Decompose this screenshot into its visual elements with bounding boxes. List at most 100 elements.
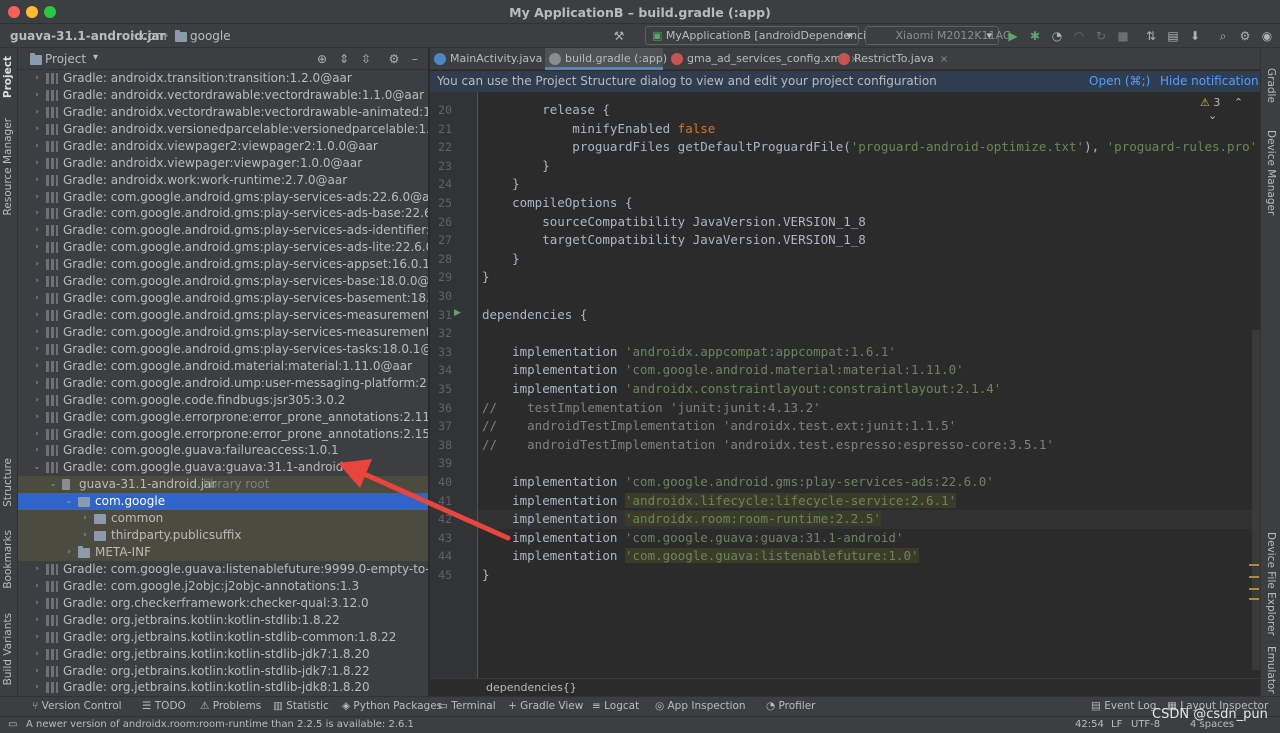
- chevron-right-icon[interactable]: ›: [32, 341, 42, 358]
- code-line[interactable]: targetCompatibility JavaVersion.VERSION_…: [482, 231, 866, 250]
- tree-row[interactable]: › Gradle: com.google.android.gms:play-ser…: [18, 189, 428, 206]
- tool-window-button[interactable]: ☰ TODO: [142, 700, 186, 712]
- tab-gradle[interactable]: Gradle: [1265, 68, 1277, 103]
- code-line[interactable]: implementation 'androidx.constraintlayou…: [482, 380, 1001, 399]
- profile-icon[interactable]: ◔: [1050, 29, 1064, 43]
- chevron-right-icon[interactable]: ›: [32, 426, 42, 443]
- tab-emulator[interactable]: Emulator: [1265, 646, 1277, 694]
- chevron-right-icon[interactable]: ›: [32, 138, 42, 155]
- sync-gradle-icon[interactable]: ⇅: [1144, 29, 1158, 43]
- chevron-right-icon[interactable]: ›: [32, 612, 42, 629]
- attach-debugger-icon[interactable]: ◠: [1072, 29, 1086, 43]
- tab-editor-file[interactable]: RestrictTo.java ×: [834, 48, 948, 70]
- avd-manager-icon[interactable]: ▤: [1166, 29, 1180, 43]
- chevron-right-icon[interactable]: ›: [32, 409, 42, 426]
- chevron-down-icon[interactable]: ⌄: [1208, 109, 1217, 122]
- tab-build-variants[interactable]: Build Variants: [2, 613, 14, 685]
- chevron-right-icon[interactable]: ›: [32, 70, 42, 87]
- tree-row[interactable]: › Gradle: org.jetbrains.kotlin:kotlin-std…: [18, 646, 428, 663]
- tree-row[interactable]: › Gradle: androidx.vectordrawable:vectord…: [18, 104, 428, 121]
- tree-row[interactable]: › Gradle: com.google.android.gms:play-ser…: [18, 256, 428, 273]
- tree-row[interactable]: › Gradle: com.google.errorprone:error_pro…: [18, 409, 428, 426]
- chevron-right-icon[interactable]: ›: [80, 527, 90, 544]
- chevron-right-icon[interactable]: ›: [32, 375, 42, 392]
- tree-row[interactable]: › common: [18, 510, 428, 528]
- run-gutter-icon[interactable]: ▶: [454, 308, 461, 318]
- code-line[interactable]: sourceCompatibility JavaVersion.VERSION_…: [482, 213, 866, 232]
- code-line[interactable]: release {: [482, 101, 610, 120]
- tree-row[interactable]: ⌄ com.google: [18, 493, 428, 511]
- code-line[interactable]: implementation 'androidx.room:room-runti…: [482, 510, 881, 529]
- tool-window-button[interactable]: ▥ Statistic: [273, 700, 329, 712]
- tree-row[interactable]: › Gradle: com.google.android.gms:play-ser…: [18, 307, 428, 324]
- hammer-icon[interactable]: ⚒: [612, 29, 626, 43]
- chevron-right-icon[interactable]: ›: [32, 290, 42, 307]
- code-line[interactable]: compileOptions {: [482, 194, 632, 213]
- avatar[interactable]: ◉: [1260, 29, 1274, 43]
- chevron-right-icon[interactable]: ›: [32, 87, 42, 104]
- tree-row[interactable]: › Gradle: androidx.work:work-runtime:2.7.…: [18, 172, 428, 189]
- chevron-right-icon[interactable]: ›: [32, 239, 42, 256]
- tool-window-button[interactable]: ⚠ Problems: [200, 700, 261, 712]
- error-stripe-mark[interactable]: [1249, 564, 1259, 566]
- chevron-right-icon[interactable]: ›: [32, 595, 42, 612]
- chevron-right-icon[interactable]: ›: [32, 104, 42, 121]
- tab-editor-file[interactable]: build.gradle (:app)×: [545, 48, 681, 70]
- chevron-right-icon[interactable]: ›: [32, 561, 42, 578]
- tab-editor-file[interactable]: gma_ad_services_config.xml ×: [667, 48, 859, 70]
- tree-row[interactable]: › Gradle: androidx.viewpager2:viewpager2:…: [18, 138, 428, 155]
- tree-row[interactable]: ⌄ Gradle: com.google.guava:guava:31.1-and…: [18, 459, 428, 476]
- tab-editor-file[interactable]: MainActivity.java⊥: [430, 48, 557, 70]
- chevron-down-icon[interactable]: ⌄: [64, 493, 74, 510]
- chevron-right-icon[interactable]: ›: [32, 222, 42, 239]
- tree-row[interactable]: ⌄ guava-31.1-android.jar library root: [18, 476, 428, 494]
- code-line[interactable]: implementation 'com.google.guava:listena…: [482, 547, 919, 566]
- chevron-down-icon[interactable]: ⌄: [48, 476, 58, 493]
- code-line[interactable]: }: [482, 268, 490, 287]
- close-icon[interactable]: ×: [940, 54, 948, 65]
- tree-row[interactable]: › Gradle: androidx.versionedparcelable:ve…: [18, 121, 428, 138]
- project-view-title[interactable]: Project: [45, 52, 86, 66]
- tree-row[interactable]: › Gradle: org.jetbrains.kotlin:kotlin-std…: [18, 679, 428, 696]
- chevron-right-icon[interactable]: ›: [80, 510, 90, 527]
- chevron-right-icon[interactable]: ›: [32, 172, 42, 189]
- gear-icon[interactable]: ⚙: [1238, 29, 1252, 43]
- editor-breadcrumb[interactable]: dependencies{}: [430, 678, 1260, 696]
- tree-row[interactable]: › Gradle: com.google.android.gms:play-ser…: [18, 341, 428, 358]
- tool-window-button[interactable]: ◔ Profiler: [766, 700, 815, 712]
- code-line[interactable]: }: [482, 175, 520, 194]
- tree-row[interactable]: › META-INF: [18, 544, 428, 562]
- code-line[interactable]: }: [482, 566, 490, 585]
- chevron-right-icon[interactable]: ›: [32, 629, 42, 646]
- debug-icon[interactable]: ✱: [1028, 29, 1042, 43]
- tool-window-button[interactable]: ▭ Terminal: [438, 700, 496, 712]
- code-line[interactable]: }: [482, 157, 550, 176]
- editor-scrollbar[interactable]: [1252, 330, 1260, 670]
- chevron-right-icon[interactable]: ›: [32, 324, 42, 341]
- tree-row[interactable]: › Gradle: com.google.android.gms:play-ser…: [18, 205, 428, 222]
- tree-row[interactable]: › Gradle: com.google.code.findbugs:jsr305…: [18, 392, 428, 409]
- tree-row[interactable]: › Gradle: com.google.j2objc:j2objc-annota…: [18, 578, 428, 595]
- line-separator[interactable]: LF: [1111, 717, 1122, 733]
- tree-row[interactable]: › Gradle: androidx.vectordrawable:vectord…: [18, 87, 428, 104]
- tab-resource-manager[interactable]: Resource Manager: [2, 118, 14, 216]
- tab-project[interactable]: Project: [2, 56, 14, 98]
- chevron-right-icon[interactable]: ›: [32, 189, 42, 206]
- tool-window-button[interactable]: + Gradle View: [508, 700, 583, 712]
- chevron-right-icon[interactable]: ›: [32, 358, 42, 375]
- code-line[interactable]: // androidTestImplementation 'androidx.t…: [482, 417, 956, 436]
- tree-row[interactable]: › Gradle: androidx.viewpager:viewpager:1.…: [18, 155, 428, 172]
- chevron-right-icon[interactable]: ›: [32, 205, 42, 222]
- caret-position[interactable]: 42:54: [1075, 717, 1104, 733]
- code-line[interactable]: minifyEnabled false: [482, 120, 715, 139]
- tool-window-button[interactable]: ≡ Logcat: [592, 700, 639, 712]
- chevron-right-icon[interactable]: ›: [32, 578, 42, 595]
- tab-device-manager[interactable]: Device Manager: [1265, 130, 1277, 215]
- chevron-right-icon[interactable]: ›: [32, 442, 42, 459]
- chevron-right-icon[interactable]: ›: [32, 307, 42, 324]
- chevron-right-icon[interactable]: ›: [32, 679, 42, 696]
- tree-row[interactable]: › Gradle: org.checkerframework:checker-qu…: [18, 595, 428, 612]
- tool-window-button[interactable]: ◎ App Inspection: [655, 700, 746, 712]
- tool-window-button[interactable]: ▤ Event Log: [1091, 700, 1156, 712]
- chevron-right-icon[interactable]: ›: [32, 392, 42, 409]
